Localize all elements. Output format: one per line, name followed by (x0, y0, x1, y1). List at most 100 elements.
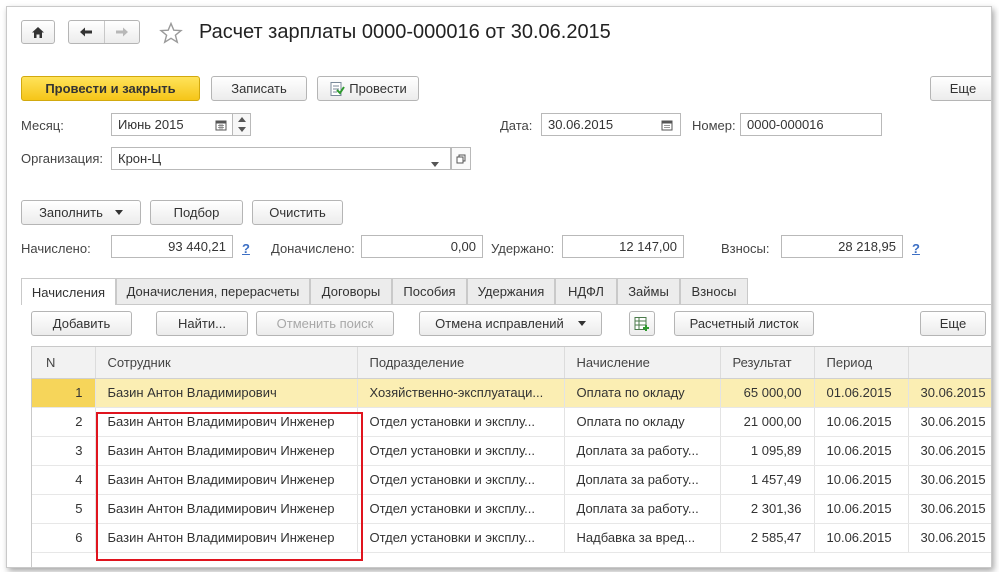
cell-period-end: 30.06.2015 (908, 407, 991, 437)
cancel-search-button[interactable]: Отменить поиск (256, 311, 394, 336)
home-icon (32, 26, 44, 38)
number-field[interactable]: 0000-000016 (740, 113, 882, 136)
month-value: Июнь 2015 (118, 117, 184, 132)
tab-loans[interactable]: Займы (617, 278, 680, 304)
cell-period-end: 30.06.2015 (908, 436, 991, 466)
table-row[interactable]: 3 Базин Антон Владимирович Инженер Отдел у… (32, 436, 991, 466)
table-add-icon (634, 316, 649, 331)
cell-department: Хозяйственно-эксплуатаци... (357, 378, 565, 408)
date-value: 30.06.2015 (548, 117, 614, 132)
column-header-period-end[interactable] (908, 347, 991, 379)
column-header-n[interactable]: N (32, 347, 96, 379)
cell-accrual: Доплата за работу... (564, 436, 721, 466)
home-button[interactable] (21, 20, 55, 44)
withheld-value: 12 147,00 (619, 239, 677, 254)
cell-employee: Базин Антон Владимирович Инженер (95, 407, 358, 437)
table-row[interactable]: 4 Базин Антон Владимирович Инженер Отдел у… (32, 465, 991, 495)
cell-department: Отдел установки и эксплу... (357, 494, 565, 524)
payslip-button[interactable]: Расчетный листок (674, 311, 814, 336)
chevron-down-icon (114, 210, 123, 215)
contributions-help-link[interactable]: ? (912, 241, 920, 256)
table-row[interactable]: 2 Базин Антон Владимирович Инженер Отдел у… (32, 407, 991, 437)
contributions-field: 28 218,95 (781, 235, 903, 258)
date-label: Дата: (500, 118, 533, 133)
tab-contracts[interactable]: Договоры (310, 278, 392, 304)
table-header-row: N Сотрудник Подразделение Начисление Рез… (32, 347, 991, 379)
cell-period-start: 10.06.2015 (814, 436, 909, 466)
cell-n: 4 (32, 465, 96, 495)
cell-employee: Базин Антон Владимирович Инженер (95, 436, 358, 466)
cell-accrual: Оплата по окладу (564, 407, 721, 437)
select-button[interactable]: Подбор (150, 200, 243, 225)
tab-accruals[interactable]: Начисления (21, 278, 116, 305)
cell-result: 1 457,49 (720, 465, 815, 495)
page-title: Расчет зарплаты 0000-000016 от 30.06.201… (199, 21, 611, 43)
date-calendar-button[interactable] (661, 119, 673, 134)
fill-button[interactable]: Заполнить (21, 200, 141, 225)
star-favorite-icon[interactable] (159, 22, 183, 44)
nav-buttons (68, 20, 140, 44)
more-button-grid[interactable]: Еще (920, 311, 986, 336)
find-button[interactable]: Найти... (156, 311, 248, 336)
clear-button[interactable]: Очистить (252, 200, 343, 225)
organization-field[interactable]: Крон-Ц (111, 147, 451, 170)
month-stepper[interactable] (232, 113, 251, 136)
organization-value: Крон-Ц (118, 151, 162, 166)
chevron-down-icon (431, 162, 439, 167)
back-button[interactable] (69, 21, 105, 43)
number-value: 0000-000016 (747, 117, 824, 132)
column-header-department[interactable]: Подразделение (357, 347, 565, 379)
table-row[interactable]: 1 Базин Антон Владимирович Хозяйственно-эк… (32, 378, 991, 408)
calendar-icon (661, 120, 673, 131)
accrued-value: 93 440,21 (168, 239, 226, 254)
cell-n: 3 (32, 436, 96, 466)
table-row[interactable]: 6 Базин Антон Владимирович Инженер Отдел у… (32, 523, 991, 553)
table-row[interactable]: 5 Базин Антон Владимирович Инженер Отдел у… (32, 494, 991, 524)
cell-result: 2 301,36 (720, 494, 815, 524)
tabs-baseline (21, 304, 991, 305)
tab-deductions[interactable]: Удержания (467, 278, 555, 304)
post-button[interactable]: Провести (317, 76, 419, 101)
cell-n: 5 (32, 494, 96, 524)
forward-button[interactable] (105, 21, 140, 43)
cell-period-start: 01.06.2015 (814, 378, 909, 408)
chevron-down-icon (577, 321, 586, 326)
tab-ndfl[interactable]: НДФЛ (555, 278, 617, 304)
cell-department: Отдел установки и эксплу... (357, 523, 565, 553)
cancel-fixes-button[interactable]: Отмена исправлений (419, 311, 602, 336)
organization-dropdown-button[interactable] (431, 155, 439, 170)
cell-period-end: 30.06.2015 (908, 523, 991, 553)
cell-period-end: 30.06.2015 (908, 378, 991, 408)
column-header-employee[interactable]: Сотрудник (95, 347, 358, 379)
tab-additional-accruals[interactable]: Доначисления, перерасчеты (116, 278, 310, 304)
month-calendar-button[interactable] (211, 114, 231, 135)
column-header-accrual[interactable]: Начисление (564, 347, 721, 379)
post-document-icon (330, 81, 346, 96)
calendar-icon (215, 120, 227, 130)
tab-benefits[interactable]: Пособия (392, 278, 467, 304)
cell-result: 2 585,47 (720, 523, 815, 553)
column-header-result[interactable]: Результат (720, 347, 815, 379)
extra-accrued-field: 0,00 (361, 235, 483, 258)
column-header-period[interactable]: Период (814, 347, 909, 379)
stepper-up-icon[interactable] (238, 117, 246, 122)
arrow-left-icon (80, 27, 93, 37)
save-button[interactable]: Записать (211, 76, 307, 101)
date-field[interactable]: 30.06.2015 (541, 113, 681, 136)
table-settings-button[interactable] (629, 311, 655, 336)
withheld-label: Удержано: (491, 241, 555, 256)
tab-contributions[interactable]: Взносы (680, 278, 748, 304)
cell-employee: Базин Антон Владимирович (95, 378, 358, 408)
cell-n: 2 (32, 407, 96, 437)
contributions-label: Взносы: (721, 241, 770, 256)
organization-open-button[interactable] (451, 147, 471, 170)
add-row-button[interactable]: Добавить (31, 311, 132, 336)
cell-period-end: 30.06.2015 (908, 465, 991, 495)
cell-period-start: 10.06.2015 (814, 494, 909, 524)
more-button-top[interactable]: Еще (930, 76, 991, 101)
stepper-down-icon[interactable] (238, 127, 246, 132)
accrued-help-link[interactable]: ? (242, 241, 250, 256)
cell-n: 6 (32, 523, 96, 553)
post-and-close-button[interactable]: Провести и закрыть (21, 76, 200, 101)
cell-accrual: Оплата по окладу (564, 378, 721, 408)
